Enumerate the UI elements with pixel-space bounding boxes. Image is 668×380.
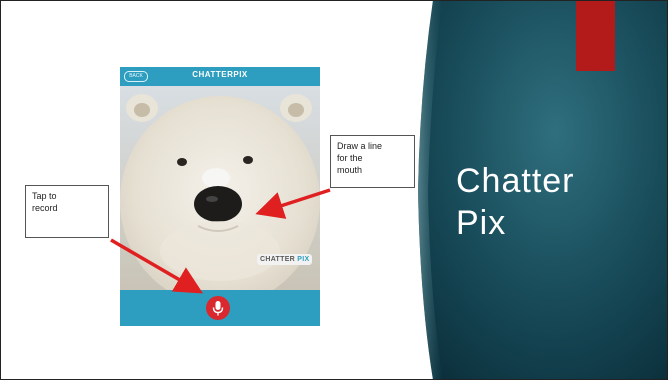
title-line-1: Chatter [456,162,575,200]
chatterpix-watermark: CHATTER PIX [257,254,313,265]
app-title: CHATTERPIX [192,70,248,79]
slide: Chatter Pix BACK CHATTERPIX CHATTER PIX … [0,0,668,380]
callout-record-line-1: Tap to [32,191,57,201]
slide-title: Chatter Pix [456,160,575,244]
callout-record-line-2: record [32,203,58,213]
watermark-pix: PIX [297,256,310,263]
title-line-2: Pix [456,204,507,242]
callout-tap-to-record: Tap to record [25,185,109,238]
callout-draw-mouth: Draw a line for the mouth [330,135,415,188]
watermark-chatter: CHATTER [260,256,296,263]
accent-bar [576,0,615,71]
app-bottom-bar [120,290,320,326]
callout-mouth-line-3: mouth [337,165,363,175]
callout-mouth-line-1: Draw a line [337,141,383,151]
app-screenshot: BACK CHATTERPIX CHATTER PIX [120,67,320,326]
microphone-icon [212,301,224,316]
callout-mouth-line-2: for the [337,153,363,163]
app-top-bar: BACK CHATTERPIX [120,67,320,86]
record-button[interactable] [206,296,230,320]
